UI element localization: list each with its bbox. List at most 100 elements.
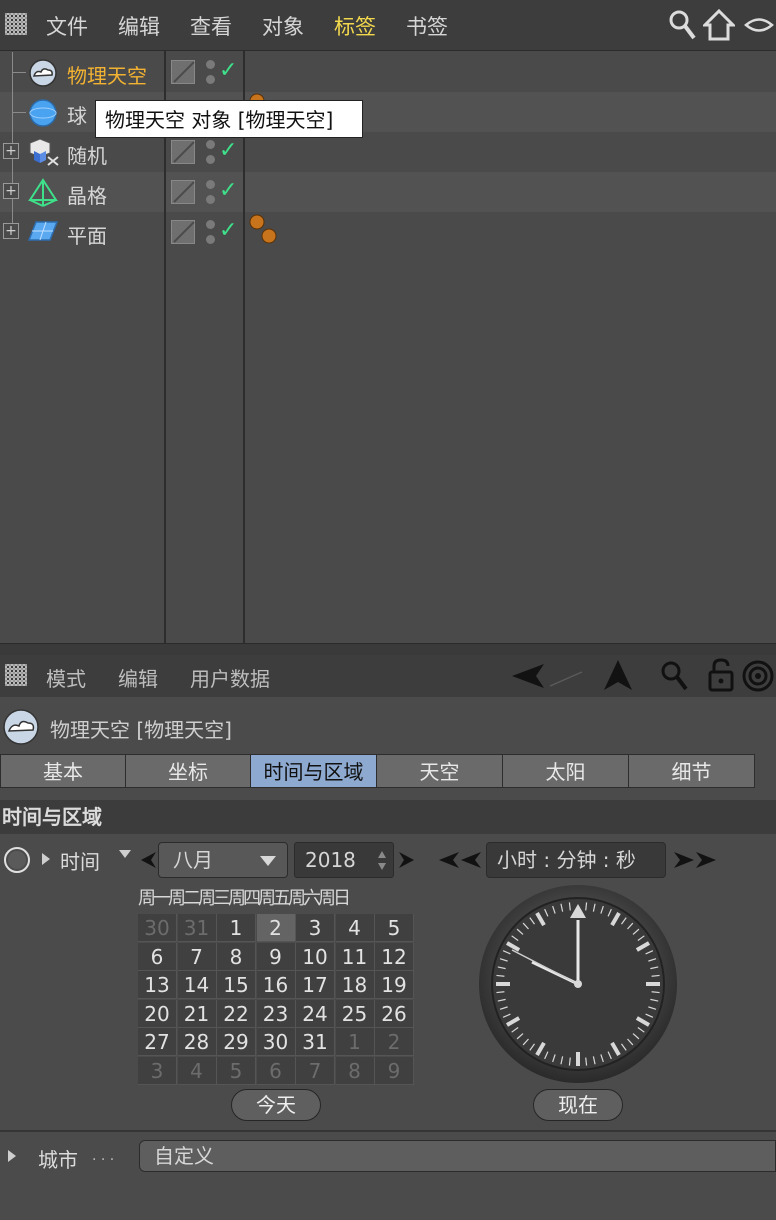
menu-edit-attr[interactable]: 编辑 [118, 663, 158, 692]
tab-sun[interactable]: 太阳 [502, 754, 629, 788]
tab-details[interactable]: 细节 [628, 754, 755, 788]
enabled-check-icon[interactable]: ✓ [219, 58, 237, 83]
city-select[interactable]: 自定义 [139, 1140, 776, 1172]
previous-month-icon[interactable] [140, 851, 158, 869]
calendar-day[interactable]: 2 [256, 914, 296, 942]
calendar-day[interactable]: 27 [138, 1028, 177, 1056]
expand-triangle-icon[interactable] [6, 1148, 18, 1164]
tree-row[interactable] [0, 212, 776, 252]
menu-tags[interactable]: 标签 [334, 11, 376, 41]
calendar-day[interactable]: 6 [138, 942, 177, 971]
calendar-day[interactable]: 22 [217, 999, 256, 1028]
calendar-day[interactable]: 19 [375, 971, 414, 999]
tree-row[interactable] [0, 172, 776, 212]
menu-user-data[interactable]: 用户数据 [190, 663, 270, 692]
now-button[interactable]: 现在 [533, 1089, 623, 1121]
menu-bookmarks[interactable]: 书签 [406, 11, 448, 41]
calendar-day[interactable]: 20 [138, 999, 177, 1028]
forward-time-icon[interactable] [672, 851, 718, 869]
calendar-day[interactable]: 3 [296, 914, 335, 942]
stepper-arrows-icon[interactable] [377, 850, 387, 872]
object-name-sphere[interactable]: 球 [67, 100, 87, 129]
year-stepper[interactable]: 2018 [294, 842, 394, 878]
calendar-day[interactable]: 16 [256, 971, 296, 999]
calendar-day[interactable]: 3 [138, 1056, 177, 1085]
back-arrow-icon[interactable] [510, 660, 584, 692]
rewind-time-icon[interactable] [437, 851, 483, 869]
calendar-day[interactable]: 8 [335, 1056, 375, 1085]
object-name-plane[interactable]: 平面 [67, 220, 107, 249]
visibility-dots[interactable] [206, 140, 216, 166]
menu-view[interactable]: 查看 [190, 11, 232, 41]
calendar-day[interactable]: 31 [177, 914, 217, 942]
calendar-day[interactable]: 18 [335, 971, 375, 999]
calendar-day[interactable]: 1 [335, 1028, 375, 1056]
calendar-day[interactable]: 26 [375, 999, 414, 1028]
panel-grip-icon[interactable] [5, 664, 27, 686]
calendar-day[interactable]: 7 [296, 1056, 335, 1085]
next-month-icon[interactable] [397, 851, 415, 869]
expand-toggle[interactable]: + [3, 143, 19, 159]
dropdown-arrow-icon[interactable] [118, 849, 132, 859]
calendar-day[interactable]: 17 [296, 971, 335, 999]
object-name-atom-array[interactable]: 晶格 [67, 180, 107, 209]
calendar-day[interactable]: 14 [177, 971, 217, 999]
time-input[interactable]: 小时 : 分钟 : 秒 [486, 842, 666, 878]
panel-grip-icon[interactable] [5, 13, 27, 35]
search-icon[interactable] [668, 9, 696, 41]
calendar-day[interactable]: 9 [256, 942, 296, 971]
calendar-day[interactable]: 2 [375, 1028, 414, 1056]
calendar-day[interactable]: 5 [375, 914, 414, 942]
calendar-day[interactable]: 12 [375, 942, 414, 971]
calendar-day[interactable]: 11 [335, 942, 375, 971]
menu-mode[interactable]: 模式 [46, 663, 86, 692]
object-name-random[interactable]: 随机 [67, 140, 107, 169]
enabled-check-icon[interactable]: ✓ [219, 218, 237, 243]
calendar-day[interactable]: 4 [177, 1056, 217, 1085]
layer-toggle[interactable] [171, 180, 195, 204]
up-arrow-icon[interactable] [602, 658, 634, 692]
unlock-icon[interactable] [707, 658, 735, 692]
calendar-day[interactable]: 8 [217, 942, 256, 971]
home-icon[interactable] [703, 9, 735, 41]
calendar-day[interactable]: 25 [335, 999, 375, 1028]
expand-toggle[interactable]: + [3, 183, 19, 199]
visibility-dots[interactable] [206, 60, 216, 86]
calendar-day[interactable]: 23 [256, 999, 296, 1028]
calendar-day[interactable]: 24 [296, 999, 335, 1028]
calendar-day[interactable]: 10 [296, 942, 335, 971]
menu-objects[interactable]: 对象 [262, 11, 304, 41]
visibility-dots[interactable] [206, 180, 216, 206]
calendar-day[interactable]: 6 [256, 1056, 296, 1085]
enabled-check-icon[interactable]: ✓ [219, 178, 237, 203]
calendar-day[interactable]: 9 [375, 1056, 414, 1085]
calendar-day[interactable]: 21 [177, 999, 217, 1028]
month-select[interactable]: 八月 [158, 842, 288, 878]
section-header[interactable]: 时间与区域 [0, 800, 776, 834]
calendar-day[interactable]: 28 [177, 1028, 217, 1056]
material-tag-icon[interactable] [248, 212, 280, 246]
target-icon[interactable] [742, 660, 774, 692]
calendar-day[interactable]: 30 [256, 1028, 296, 1056]
layer-toggle[interactable] [171, 140, 195, 164]
column-divider[interactable] [164, 51, 166, 643]
menu-file[interactable]: 文件 [46, 11, 88, 41]
analog-clock[interactable] [478, 884, 678, 1084]
calendar-day[interactable]: 29 [217, 1028, 256, 1056]
object-name-physical-sky[interactable]: 物理天空 [67, 60, 147, 89]
tab-coordinates[interactable]: 坐标 [125, 754, 251, 788]
tab-time-location[interactable]: 时间与区域 [250, 754, 377, 788]
calendar-day[interactable]: 1 [217, 914, 256, 942]
calendar-day[interactable]: 5 [217, 1056, 256, 1085]
calendar-day[interactable]: 13 [138, 971, 177, 999]
search-icon[interactable] [660, 660, 688, 692]
menu-edit[interactable]: 编辑 [118, 11, 160, 41]
tab-sky[interactable]: 天空 [376, 754, 503, 788]
calendar-day[interactable]: 7 [177, 942, 217, 971]
tab-basic[interactable]: 基本 [0, 754, 126, 788]
layer-toggle[interactable] [171, 220, 195, 244]
enabled-check-icon[interactable]: ✓ [219, 138, 237, 163]
visibility-dots[interactable] [206, 220, 216, 246]
expand-toggle[interactable]: + [3, 223, 19, 239]
today-button[interactable]: 今天 [231, 1089, 321, 1121]
